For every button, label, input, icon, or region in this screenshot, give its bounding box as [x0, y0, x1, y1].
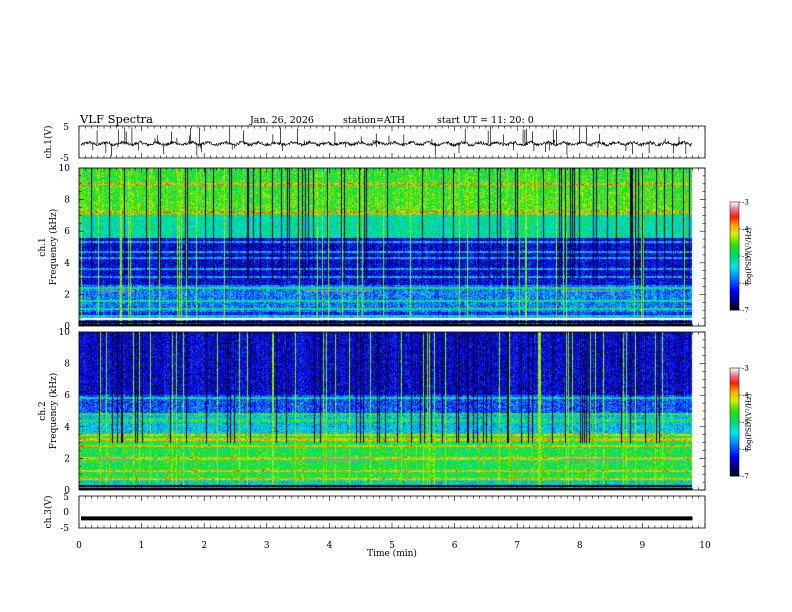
x-tick-label: 9 — [640, 541, 646, 551]
ch3-voltage-panel: 5 0 -5 ch.3(V) — [43, 493, 706, 534]
x-tick-label: 2 — [201, 541, 207, 551]
ch2-colorbar: -3-4-5-6-7log(PSD)(V²/Hz) — [729, 365, 753, 481]
colorbar-label: log(PSD)(V²/Hz) — [745, 227, 753, 284]
x-tick-label: 10 — [699, 541, 711, 551]
y-tick-label: 2 — [64, 454, 70, 464]
colorbar-tick-label: -3 — [742, 365, 749, 373]
ch3-voltage-ylabel: ch.3(V) — [43, 496, 54, 529]
ch1-voltage-line — [80, 139, 693, 148]
figure-start-ut: start UT = 11: 20: 0 — [437, 115, 534, 126]
x-tick-label: 7 — [514, 541, 520, 551]
ch2-spectrogram-image — [79, 332, 705, 490]
y-tick-label: 6 — [64, 227, 70, 237]
ch1-spectrogram-panel: 0246810 ch.1 Frequency (kHz) -3-4-5-6-7l… — [38, 164, 753, 332]
y-tick-label: 10 — [59, 328, 71, 338]
x-tick-label: 6 — [452, 541, 458, 551]
y-tick-label: 10 — [59, 164, 71, 174]
ch2-spectrogram-ylabel-freq: Frequency (kHz) — [48, 373, 59, 450]
x-tick-label: 1 — [139, 541, 145, 551]
time-axis-label: Time (min) — [367, 548, 417, 559]
ch1-spectrogram-image — [79, 168, 705, 326]
colorbar-tick-label: -7 — [742, 473, 749, 481]
x-tick-label: 8 — [577, 541, 583, 551]
figure-date: Jan. 26, 2026 — [249, 115, 314, 126]
ch1-voltage-ytick-neg5: -5 — [60, 154, 69, 164]
ch3-voltage-ytick-0: 0 — [63, 508, 69, 518]
x-tick-label: 0 — [76, 541, 82, 551]
vlf-spectra-figure: VLF Spectra Jan. 26, 2026 station=ATH st… — [38, 112, 753, 559]
y-tick-label: 4 — [64, 423, 70, 433]
colorbar-tick-label: -7 — [742, 307, 749, 315]
ch1-voltage-ytick-5: 5 — [63, 123, 69, 133]
ch1-voltage-trace — [80, 126, 693, 157]
y-tick-label: 6 — [64, 391, 70, 401]
colorbar-label: log(PSD)(V²/Hz) — [745, 393, 753, 450]
ch2-spectrogram-ylabel-channel: ch.2 — [38, 401, 48, 420]
x-tick-label: 3 — [264, 541, 270, 551]
figure-station: station=ATH — [343, 115, 405, 126]
x-tick-label: 4 — [327, 541, 333, 551]
ch1-voltage-panel: 5 -5 ch.1(V) — [43, 123, 706, 164]
y-tick-label: 2 — [64, 290, 70, 300]
figure-title: VLF Spectra — [79, 112, 153, 126]
colorbar-tick-label: -3 — [742, 199, 749, 207]
ch2-spectrogram-panel: 0246810 ch.2 Frequency (kHz) -3-4-5-6-7l… — [38, 328, 753, 496]
y-tick-label: 4 — [64, 259, 70, 269]
ch1-spectrogram-ylabel-freq: Frequency (kHz) — [48, 209, 59, 286]
ch1-spectrogram-ylabel-channel: ch.1 — [38, 237, 48, 256]
y-tick-label: 8 — [64, 360, 70, 370]
ch3-voltage-ytick-5: 5 — [63, 493, 69, 503]
ch1-colorbar: -3-4-5-6-7log(PSD)(V²/Hz) — [729, 199, 753, 315]
y-tick-label: 8 — [64, 196, 70, 206]
ch3-voltage-ytick-neg5: -5 — [60, 524, 69, 534]
ch1-voltage-ylabel: ch.1(V) — [43, 126, 54, 159]
